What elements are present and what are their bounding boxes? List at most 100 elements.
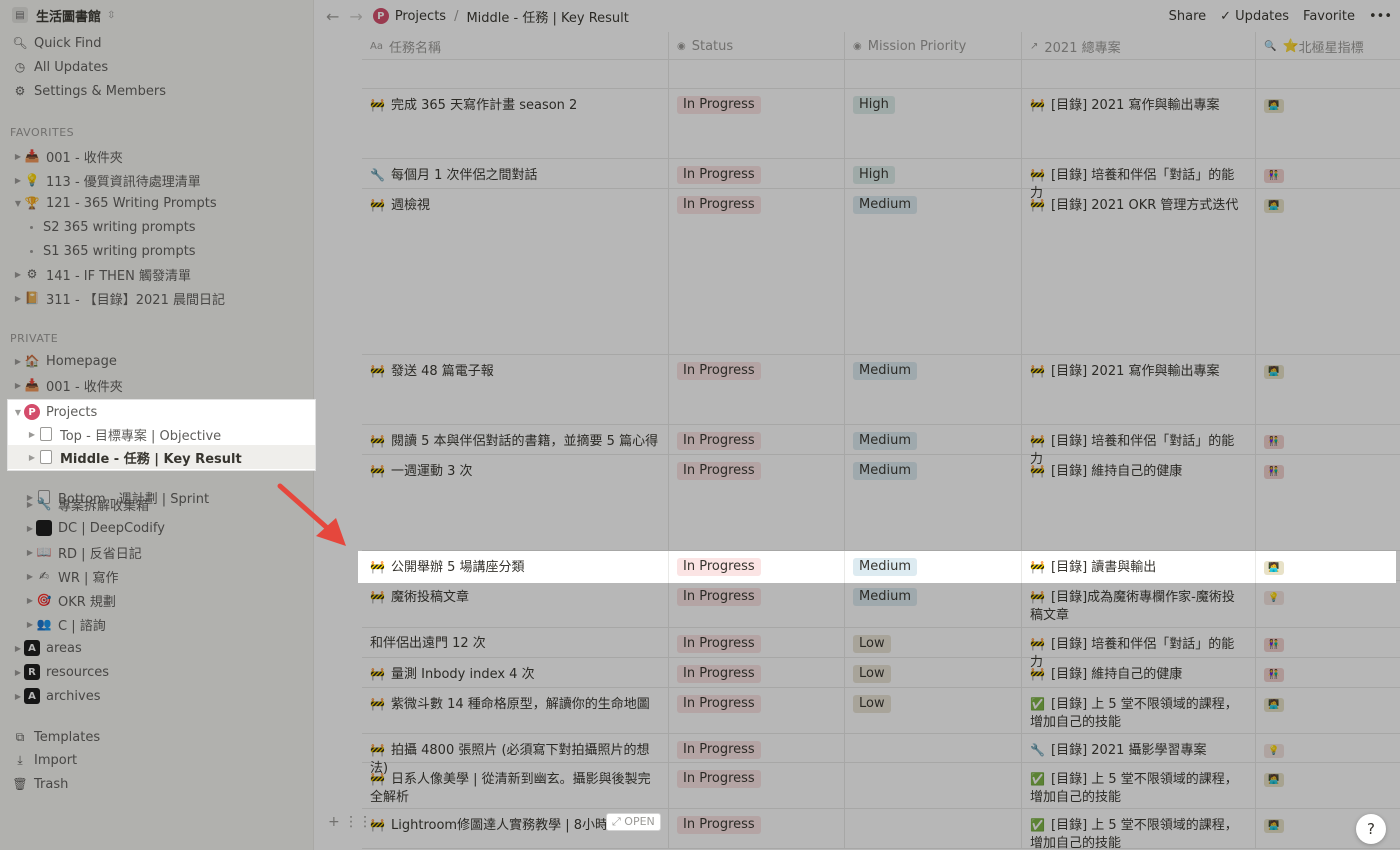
sidebar-item-deepcodify[interactable]: ▶ DC | DeepCodify xyxy=(0,516,314,540)
caret-right-icon[interactable]: ▶ xyxy=(24,548,36,557)
table-row[interactable]: 🚧 閱讀 5 本與伴侶對話的書籍，並摘要 5 篇心得 In Progress Medi… xyxy=(362,425,1400,467)
cell-star[interactable]: 🧑‍💻 xyxy=(1256,688,1400,733)
caret-right-icon[interactable]: ▶ xyxy=(12,644,24,653)
cell-name[interactable]: 🚧 日系人像美學 | 從清新到幽玄。攝影與後製完全解析 xyxy=(362,763,669,808)
cell-status[interactable]: In Progress xyxy=(669,455,845,550)
cell-status[interactable]: In Progress xyxy=(669,89,845,158)
sidebar-item-archives[interactable]: ▶ A archives xyxy=(0,684,314,708)
cell-priority[interactable] xyxy=(845,809,1022,848)
column-header-north-star[interactable]: 🔍 ⭐ 北極星指標 xyxy=(1256,32,1400,60)
cell-status[interactable]: In Progress xyxy=(669,159,845,188)
sidebar-item-inbox[interactable]: ▶ 📥 001 - 收件夾 xyxy=(0,144,314,168)
caret-right-icon[interactable]: ▶ xyxy=(12,294,24,303)
back-arrow-icon[interactable]: ← xyxy=(326,7,339,26)
caret-right-icon[interactable]: ▶ xyxy=(24,596,36,605)
cell-status[interactable]: In Progress xyxy=(669,355,845,424)
sidebar-item-inbox-private[interactable]: ▶ 📥 001 - 收件夾 xyxy=(0,373,314,397)
help-button[interactable]: ? xyxy=(1356,814,1386,844)
add-row-plus-icon[interactable]: + ⋮⋮ xyxy=(328,814,372,830)
column-header-status[interactable]: ◉ Status xyxy=(669,32,845,60)
cell-project[interactable] xyxy=(1022,60,1256,88)
cell-project[interactable]: ✅ [目錄] 上 5 堂不限領域的課程，增加自己的技能 xyxy=(1022,809,1256,850)
sidebar-item-s2[interactable]: S2 365 writing prompts xyxy=(0,215,314,239)
cell-priority[interactable]: High xyxy=(845,159,1022,188)
cell-project[interactable]: 🚧 [目錄] 讀書與輸出 xyxy=(1022,551,1256,583)
table-row[interactable]: 🚧 發送 48 篇電子報 In Progress Medium 🚧 [目錄] 2021 寫… xyxy=(362,355,1400,425)
cell-name[interactable]: 🚧 一週運動 3 次 xyxy=(362,455,669,550)
caret-right-icon[interactable]: ▶ xyxy=(12,152,24,161)
sidebar-item-areas[interactable]: ▶ A areas xyxy=(0,636,314,660)
cell-star[interactable]: 🧑‍💻 xyxy=(1256,355,1400,424)
cell-status[interactable]: In Progress xyxy=(669,425,845,454)
column-header-name[interactable]: Aa 任務名稱 xyxy=(362,32,669,60)
breadcrumb-current[interactable]: Middle - 任務 | Key Result xyxy=(466,7,628,26)
cell-star[interactable]: 👫 xyxy=(1256,628,1400,657)
sidebar-item-s1[interactable]: S1 365 writing prompts xyxy=(0,239,314,263)
cell-priority[interactable] xyxy=(845,60,1022,88)
table-row[interactable]: 🚧 魔術投稿文章 In Progress Medium 🚧 [目錄]成為魔術專欄作家-魔術… xyxy=(362,581,1400,628)
caret-right-icon[interactable]: ▶ xyxy=(12,668,24,677)
cell-star[interactable]: 👫 xyxy=(1256,455,1400,550)
cell-priority[interactable]: Medium xyxy=(845,189,1022,354)
caret-right-icon[interactable]: ▶ xyxy=(12,692,24,701)
cell-status[interactable]: In Progress xyxy=(669,688,845,733)
cell-project[interactable]: 🚧 [目錄] 培養和伴侶「對話」的能力 xyxy=(1022,425,1256,467)
caret-right-icon[interactable]: ▶ xyxy=(24,620,36,629)
cell-name[interactable]: 🚧 完成 365 天寫作計畫 season 2 xyxy=(362,89,669,158)
cell-name[interactable]: 🚧 紫微斗數 14 種命格原型，解讀你的生命地圖 xyxy=(362,688,669,733)
open-button[interactable]: ⤢ OPEN xyxy=(606,813,661,831)
table-row[interactable]: 🚧 紫微斗數 14 種命格原型，解讀你的生命地圖 In Progress Low ✅ [目… xyxy=(362,688,1400,734)
table-row[interactable]: 和伴侶出遠門 12 次 In Progress Low 🚧 [目錄] 培養和伴侶「對話」… xyxy=(362,628,1400,670)
cell-name[interactable]: 🔧 每個月 1 次伴侶之間對話 xyxy=(362,159,669,188)
caret-right-icon[interactable]: ▶ xyxy=(26,453,38,462)
table-row[interactable]: 🔧 每個月 1 次伴侶之間對話 In Progress High 🚧 [目錄] 培養和伴侶… xyxy=(362,159,1400,201)
cell-priority[interactable]: Low xyxy=(845,688,1022,733)
cell-status[interactable]: In Progress xyxy=(669,809,845,848)
sidebar-item-rd[interactable]: ▶ 📖 RD | 反省日記 xyxy=(0,540,314,564)
table-row[interactable]: 🚧 拍攝 4800 張照片 (必須寫下對拍攝照片的想法) In Progress 🔧 [… xyxy=(362,734,1400,776)
caret-right-icon[interactable]: ▶ xyxy=(12,176,24,185)
import[interactable]: ⤓ Import xyxy=(0,748,314,772)
cell-star[interactable]: 👫 xyxy=(1256,658,1400,687)
column-header-priority[interactable]: ◉ Mission Priority xyxy=(845,32,1022,60)
table-row[interactable] xyxy=(362,60,1400,89)
cell-name[interactable]: 🚧 量測 Inbody index 4 次 xyxy=(362,658,669,687)
sidebar-item-homepage[interactable]: ▶ 🏠 Homepage xyxy=(0,349,314,373)
cell-star[interactable]: 👫 xyxy=(1256,159,1400,188)
cell-status[interactable]: In Progress xyxy=(669,763,845,808)
cell-project[interactable]: 🚧 [目錄] 維持自己的健康 xyxy=(1022,658,1256,687)
sidebar-item-projects[interactable]: ▼ P Projects xyxy=(8,400,315,424)
cell-project[interactable]: 🚧 [目錄] 2021 寫作與輸出專案 xyxy=(1022,355,1256,424)
sidebar-item-morning-diary[interactable]: ▶ 📔 311 - 【目錄】2021 晨間日記 xyxy=(0,286,314,310)
cell-priority[interactable]: Low xyxy=(845,658,1022,687)
updates-button[interactable]: ✓ Updates xyxy=(1220,9,1289,24)
cell-star[interactable]: 🧑‍💻 xyxy=(1256,551,1396,583)
caret-right-icon[interactable]: ▶ xyxy=(24,524,36,533)
cell-priority[interactable] xyxy=(845,763,1022,808)
column-header-project[interactable]: ↗ 2021 總專案 xyxy=(1022,32,1256,60)
sidebar-item-collect[interactable]: ▶ 🔧 專案拆解收集箱 xyxy=(0,492,314,516)
cell-status[interactable]: In Progress xyxy=(669,189,845,354)
sidebar-item-resources[interactable]: ▶ R resources xyxy=(0,660,314,684)
sidebar-item-consult[interactable]: ▶ 👥 C | 諮詢 xyxy=(0,612,314,636)
sidebar-item-top[interactable]: ▶ Top - 目標專案 | Objective xyxy=(8,422,315,446)
sidebar-item-middle[interactable]: ▶ Middle - 任務 | Key Result xyxy=(8,445,315,469)
more-menu-icon[interactable]: ••• xyxy=(1369,9,1392,24)
breadcrumb-projects[interactable]: Projects xyxy=(395,9,446,24)
caret-right-icon[interactable]: ▶ xyxy=(12,381,24,390)
trash[interactable]: 🗑 Trash xyxy=(0,772,314,796)
caret-right-icon[interactable]: ▶ xyxy=(12,357,24,366)
cell-status[interactable]: In Progress xyxy=(669,551,845,583)
table-row[interactable]: 🚧 一週運動 3 次 In Progress Medium 🚧 [目錄] 維持自己的健康 👫 xyxy=(362,455,1400,551)
cell-star[interactable]: 🧑‍💻 xyxy=(1256,189,1400,354)
templates[interactable]: ⧉ Templates xyxy=(0,725,314,749)
caret-down-icon[interactable]: ▼ xyxy=(12,199,24,208)
table-row[interactable]: 🚧 Lightroom修圖達人實務教學 | 8小時入 In Progress ✅ [目錄… xyxy=(362,809,1400,850)
cell-star[interactable]: 🧑‍💻 xyxy=(1256,763,1400,808)
cell-star[interactable]: 💡 xyxy=(1256,581,1400,627)
sidebar-item-okr[interactable]: ▶ 🎯 OKR 規劃 xyxy=(0,588,314,612)
cell-priority[interactable] xyxy=(845,734,1022,762)
all-updates[interactable]: ◷ All Updates xyxy=(0,55,314,79)
cell-project[interactable]: 🚧 [目錄] 維持自己的健康 xyxy=(1022,455,1256,550)
cell-priority[interactable]: Medium xyxy=(845,455,1022,550)
